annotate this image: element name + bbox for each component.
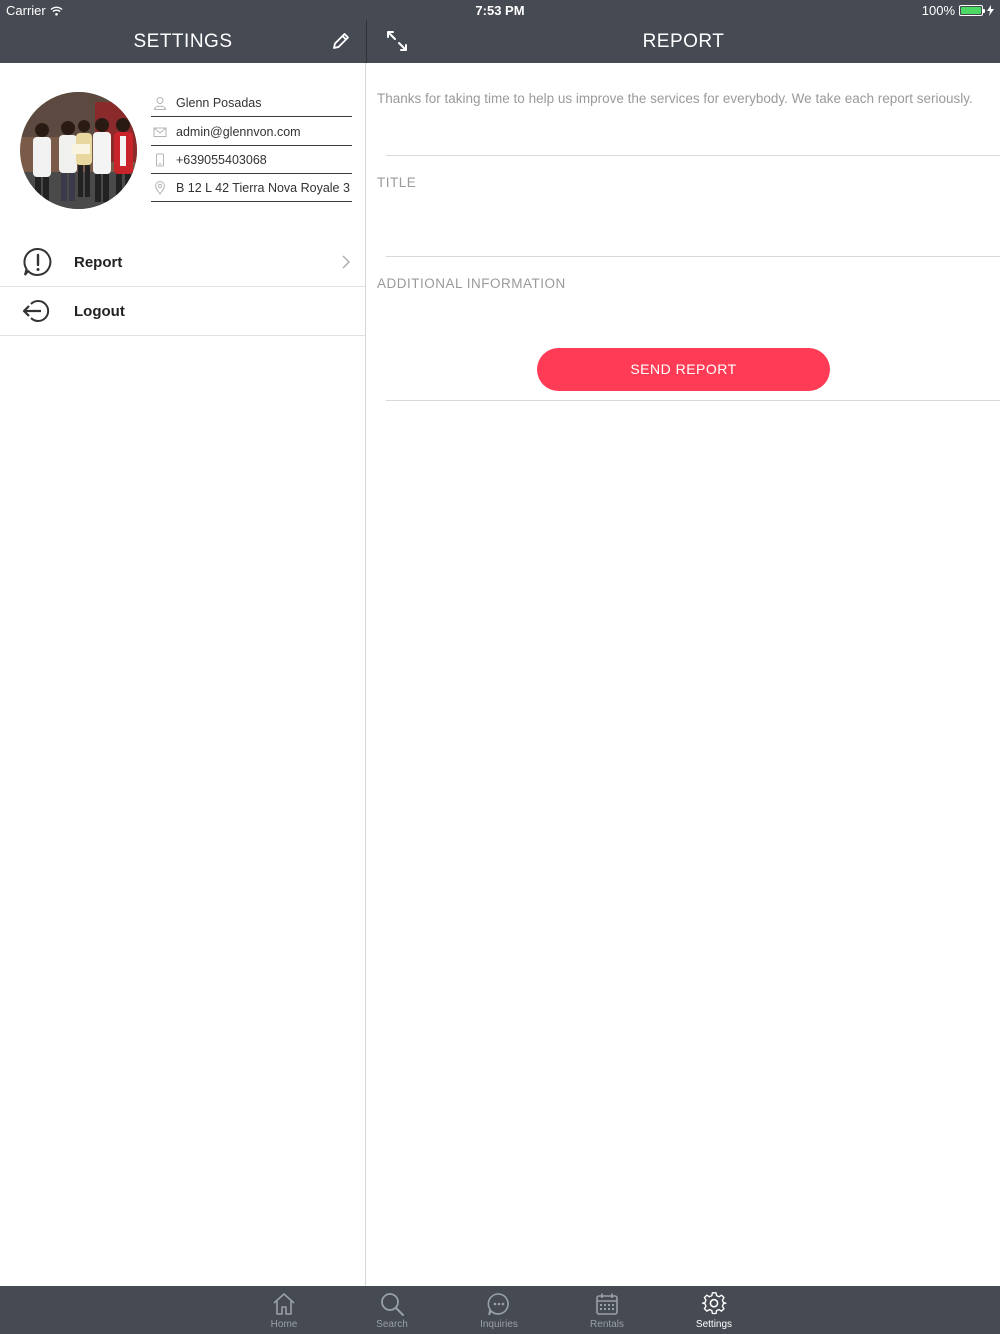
battery-percent: 100% [921, 3, 955, 18]
profile-phone: +639055403068 [176, 153, 267, 167]
chevron-right-icon [342, 255, 351, 269]
status-time: 7:53 PM [475, 3, 525, 18]
title-field-label: TITLE [377, 175, 417, 190]
profile-address-field: B 12 L 42 Tierra Nova Royale 3 [151, 175, 352, 202]
edit-pencil-icon[interactable] [330, 30, 352, 52]
profile-name: Glenn Posadas [176, 96, 262, 110]
settings-pane: Glenn Posadas admin@glennvon.com +639055… [0, 63, 366, 1286]
avatar-photo [20, 92, 137, 209]
settings-title: SETTINGS [133, 31, 233, 52]
calendar-icon [596, 1293, 618, 1315]
tab-inquiries-label: Inquiries [480, 1319, 518, 1330]
tab-home-label: Home [270, 1319, 298, 1330]
tab-settings-label: Settings [695, 1319, 733, 1330]
additional-info-label: ADDITIONAL INFORMATION [377, 276, 566, 291]
tab-inquiries[interactable]: Inquiries [449, 1286, 549, 1334]
profile-email-field: admin@glennvon.com [151, 119, 352, 146]
profile-address: B 12 L 42 Tierra Nova Royale 3 [176, 181, 350, 195]
tab-rentals-label: Rentals [590, 1319, 624, 1330]
tab-search[interactable]: Search [342, 1286, 442, 1334]
report-pane: Thanks for taking time to help us improv… [367, 63, 1000, 1286]
divider [386, 256, 1000, 257]
gear-icon [701, 1292, 727, 1315]
send-report-button[interactable]: SEND REPORT [537, 348, 830, 391]
battery-icon [959, 5, 985, 16]
tab-search-label: Search [376, 1319, 408, 1330]
tab-settings[interactable]: Settings [664, 1286, 764, 1334]
home-icon [273, 1293, 295, 1315]
tab-home[interactable]: Home [234, 1286, 334, 1334]
tab-rentals[interactable]: Rentals [557, 1286, 657, 1334]
report-intro-text: Thanks for taking time to help us improv… [377, 91, 973, 106]
search-icon [381, 1293, 404, 1316]
phone-icon [156, 153, 164, 167]
menu-item-logout[interactable]: Logout [0, 287, 366, 336]
divider [386, 400, 1000, 401]
envelope-icon [153, 127, 167, 137]
report-nav-bar: REPORT [367, 20, 1000, 63]
settings-nav-bar: SETTINGS [0, 20, 366, 63]
tab-bar: Home Search Inquiries Rentals Settings [0, 1286, 1000, 1334]
report-title: REPORT [642, 31, 725, 52]
profile-name-field: Glenn Posadas [151, 90, 352, 117]
menu-item-report-label: Report [74, 253, 123, 271]
battery-indicator: 100% [922, 3, 994, 18]
location-pin-icon [154, 181, 166, 195]
additional-info-input[interactable] [377, 296, 1000, 344]
person-icon [153, 97, 167, 110]
menu-item-report[interactable]: Report [0, 238, 366, 287]
logout-icon [22, 300, 50, 322]
menu-item-logout-label: Logout [74, 302, 125, 320]
chat-icon [487, 1293, 509, 1316]
title-input[interactable] [377, 195, 1000, 255]
profile-phone-field: +639055403068 [151, 147, 352, 174]
avatar[interactable] [20, 92, 137, 209]
status-bar: Carrier 7:53 PM 100% [0, 0, 1000, 20]
exclamation-bubble-icon [23, 247, 52, 276]
charging-icon [987, 5, 994, 16]
profile-email: admin@glennvon.com [176, 125, 301, 139]
divider [386, 155, 1000, 156]
